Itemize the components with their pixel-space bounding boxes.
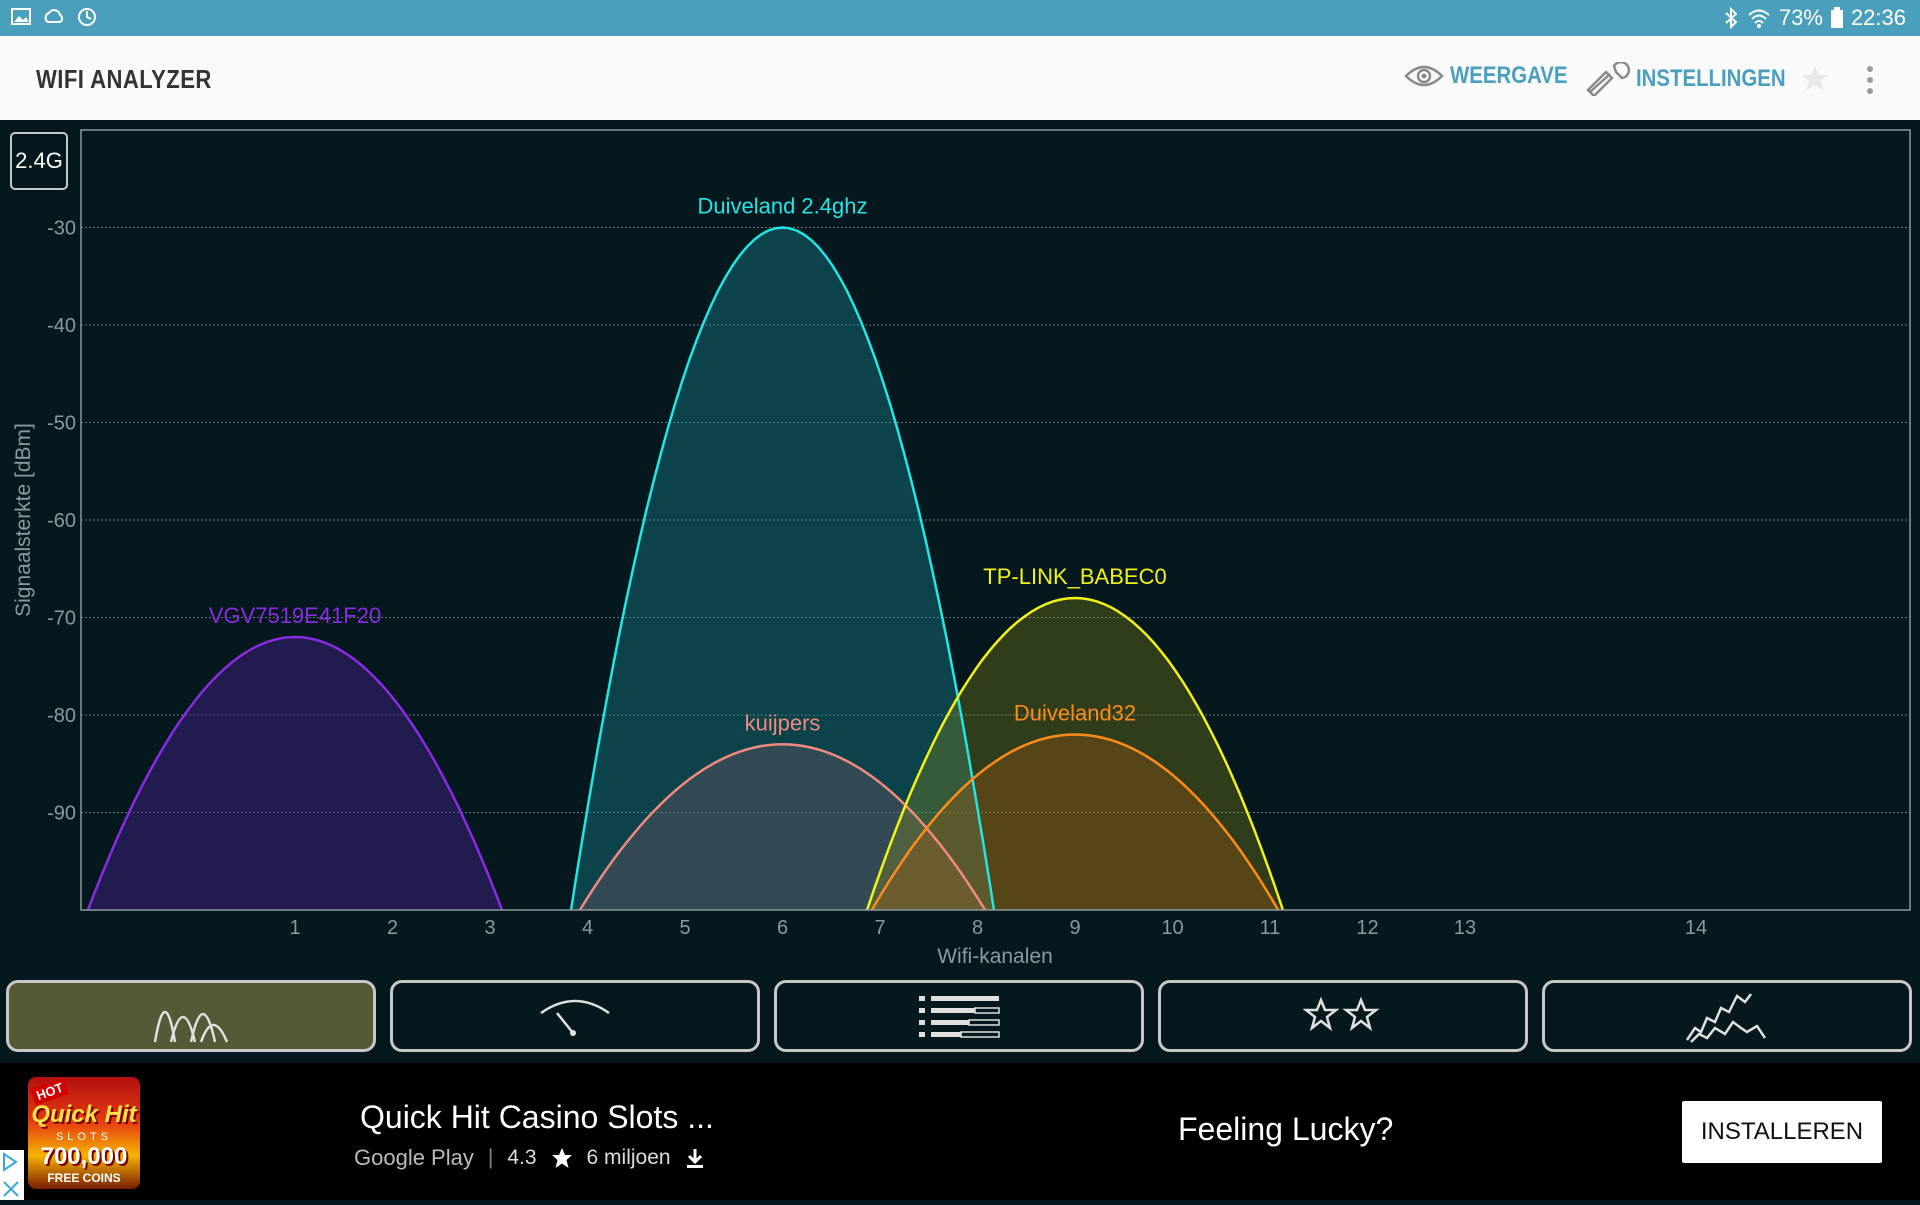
rating-star-icon (551, 1148, 572, 1168)
google-play-label: Google Play (354, 1145, 474, 1170)
x-tick-label: 7 (874, 917, 885, 939)
install-button[interactable]: INSTALLEREN (1682, 1101, 1882, 1163)
view-button[interactable]: WEERGAVE (1404, 62, 1588, 90)
ap-list-icon (919, 996, 1000, 1038)
channel-graph: -30-40-50-60-70-80-90 1 2 3 4 5 6 7 8 9 10 11 12 13 1… (12, 129, 1911, 968)
time-graph-button[interactable] (1542, 980, 1912, 1052)
download-icon (686, 1149, 703, 1168)
ad-choices-icon[interactable] (0, 1150, 24, 1200)
x-tick-label: 9 (1069, 917, 1080, 939)
x-tick-label: 6 (777, 917, 788, 939)
channel-rating-button[interactable] (390, 980, 760, 1052)
view-button-label: WEERGAVE (1450, 62, 1568, 89)
y-tick-label: -30 (47, 218, 76, 240)
x-tick-label: 11 (1260, 917, 1281, 939)
channel-graph-icon (153, 1010, 229, 1043)
network-label: kuijpers (745, 710, 821, 735)
settings-button-label: INSTELLINGEN (1636, 65, 1786, 92)
x-tick-label: 12 (1356, 917, 1378, 939)
y-tick-label: -60 (47, 510, 76, 532)
network-label: Duiveland32 (1014, 701, 1136, 726)
ad-banner[interactable]: HOT Quick Hit SLOTS 700,000 FREE COINS Q… (0, 1063, 1920, 1200)
ad-logo-name: Quick Hit (31, 1101, 137, 1128)
battery-icon (1830, 7, 1843, 28)
favorites-icon (1303, 996, 1380, 1032)
favorites-button[interactable] (1158, 980, 1528, 1052)
channel-rating-icon (540, 999, 610, 1036)
gallery-notification-icon (11, 8, 31, 25)
y-tick-label: -50 (47, 413, 76, 435)
wrench-icon (1586, 62, 1630, 96)
sync-icon (78, 8, 96, 26)
ad-title[interactable]: Quick Hit Casino Slots ... (360, 1099, 714, 1136)
star-icon[interactable] (1800, 64, 1830, 94)
clock: 22:36 (1850, 5, 1906, 30)
x-tick-label: 5 (679, 917, 690, 939)
wifi-icon (1748, 9, 1770, 28)
ad-logo-free: FREE COINS (47, 1171, 121, 1185)
y-tick-label: -70 (47, 608, 76, 630)
y-tick-label: -90 (47, 803, 76, 825)
x-tick-label: 14 (1685, 917, 1707, 939)
ad-meta: Google Play | 4.3 6 miljoen (354, 1145, 705, 1171)
x-tick-label: 13 (1454, 917, 1476, 939)
time-graph-icon (1685, 993, 1767, 1043)
eye-icon (1404, 65, 1444, 87)
x-tick-label: 3 (484, 917, 495, 939)
ad-logo-slots: SLOTS (55, 1131, 113, 1143)
x-tick-label: 2 (387, 917, 398, 939)
ad-app-logo[interactable]: HOT Quick Hit SLOTS 700,000 FREE COINS (28, 1077, 140, 1189)
overflow-menu-icon[interactable] (1864, 64, 1876, 96)
settings-button[interactable]: INSTELLINGEN (1586, 62, 1812, 96)
bluetooth-icon (1725, 7, 1738, 29)
cloud-sync-icon (44, 9, 64, 23)
network-label: TP-LINK_BABEC0 (983, 564, 1166, 589)
x-tick-label: 8 (972, 917, 983, 939)
ad-rating: 4.3 (507, 1146, 537, 1169)
x-tick-label: 4 (582, 917, 593, 939)
battery-percentage: 73% (1778, 5, 1823, 30)
app-bar: WIFI ANALYZER WEERGAVE INSTELLINGEN (0, 36, 1920, 120)
channel-graph-button[interactable] (6, 980, 376, 1052)
app-title: WIFI ANALYZER (36, 64, 212, 94)
ad-logo-coins: 700,000 (40, 1143, 128, 1170)
chart-area: 2.4G -30 -40 -50 -60 -70 -80 -90 1 2 3 4 5 6 7 8 9 10 11… (0, 120, 1920, 980)
status-bar: 73% 22:36 (0, 0, 1920, 36)
x-tick-label: 1 (289, 917, 300, 939)
y-tick-label: -80 (47, 705, 76, 727)
network-label: Duiveland 2.4ghz (697, 194, 867, 219)
view-selector (0, 978, 1920, 1058)
network-area (87, 637, 503, 910)
ap-list-button[interactable] (774, 980, 1144, 1052)
ad-meta-divider: | (487, 1146, 494, 1169)
x-axis-label: Wifi-kanalen (937, 945, 1053, 968)
y-axis-label: Signaalsterkte [dBm] (12, 423, 35, 617)
ad-tagline: Feeling Lucky? (1178, 1111, 1394, 1147)
ad-downloads: 6 miljoen (586, 1146, 671, 1169)
network-label: VGV7519E41F20 (209, 603, 381, 628)
x-tick-label: 10 (1161, 917, 1183, 939)
y-tick-label: -40 (47, 315, 76, 337)
